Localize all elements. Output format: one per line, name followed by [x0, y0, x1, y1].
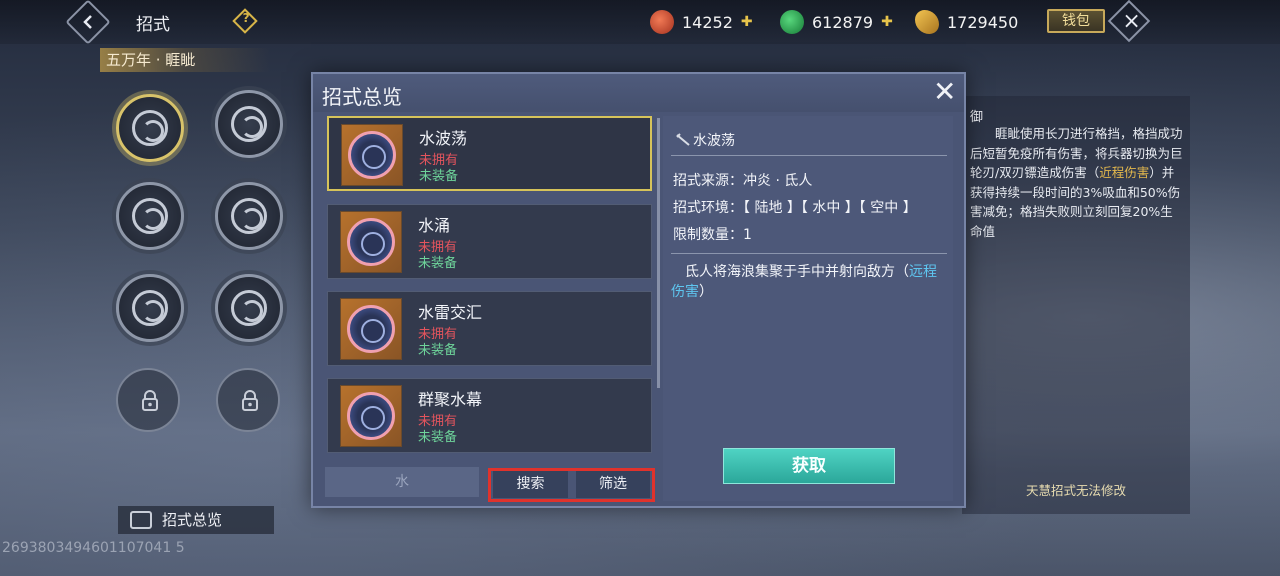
skill-list: 水波荡 未拥有 未装备 水涌 未拥有 未装备 水雷交汇 未拥有 未装备 群聚水幕…	[325, 116, 659, 456]
skill-slot[interactable]	[215, 90, 283, 158]
close-icon: ×	[1122, 9, 1141, 35]
skill-name: 水雷交汇	[418, 303, 483, 322]
skill-detail: 水波荡 招式来源：冲炎 · 氐人 招式环境：【 陆地 】【 水中 】【 空中 】…	[663, 116, 953, 501]
skill-slot[interactable]	[215, 182, 283, 250]
skill-card[interactable]: 水雷交汇 未拥有 未装备	[327, 291, 652, 366]
skill-equip-status: 未装备	[418, 343, 458, 358]
currency-value: 612879	[812, 12, 874, 32]
currency-value: 1729450	[947, 12, 1019, 32]
wallet-button[interactable]: 钱包	[1047, 9, 1105, 33]
currency-value: 14252	[682, 12, 733, 32]
chevron-left-icon	[83, 15, 92, 29]
panel-note: 天慧招式无法修改	[1025, 483, 1126, 498]
user-id: 2693803494601107041 5	[2, 540, 185, 556]
panel-description: 睚眦使用长刀进行格挡，格挡成功后短暂免疫所有伤害，将兵器切换为巨轮刃/双刃镖造成…	[970, 126, 1183, 239]
modal-title: 招式总览	[322, 85, 402, 109]
skill-environment: 招式环境：【 陆地 】【 水中 】【 空中 】	[673, 200, 917, 216]
currency-gold: 1729450	[915, 10, 1018, 34]
currency-red: 14252 ✚	[650, 10, 753, 34]
search-button[interactable]: 搜索	[493, 471, 568, 498]
skill-card[interactable]: 群聚水幕 未拥有 未装备	[327, 378, 652, 453]
close-button[interactable]: ×	[1107, 0, 1151, 43]
water-skill-icon	[341, 124, 403, 186]
book-icon	[130, 511, 152, 529]
divider	[671, 155, 947, 156]
swirl-icon	[231, 290, 267, 326]
skill-overview-button[interactable]: 招式总览	[118, 506, 274, 534]
gold-feather-icon	[915, 10, 939, 34]
page-title: 招式	[136, 15, 170, 35]
swirl-icon	[132, 198, 168, 234]
panel-title: 御	[970, 110, 984, 125]
add-currency-icon[interactable]: ✚	[741, 14, 753, 30]
skill-description-panel: 御 睚眦使用长刀进行格挡，格挡成功后短暂免疫所有伤害，将兵器切换为巨轮刃/双刃镖…	[962, 96, 1190, 514]
help-button[interactable]: ?	[232, 8, 258, 34]
skill-source: 招式来源：冲炎 · 氐人	[673, 173, 813, 189]
skill-overview-modal: 招式总览 ✕ 水波荡 未拥有 未装备 水涌 未拥有 未装备 水雷交汇 未拥有 未…	[311, 72, 966, 508]
red-gem-icon	[650, 10, 674, 34]
question-icon: ?	[242, 10, 250, 25]
sword-icon	[676, 133, 690, 146]
top-bar: 招式 ? 14252 ✚ 612879 ✚ 1729450 钱包 ×	[0, 0, 1280, 45]
skill-slot[interactable]	[215, 274, 283, 342]
locked-slot[interactable]	[216, 368, 280, 432]
currency-green: 612879 ✚	[780, 10, 893, 34]
swirl-icon	[231, 106, 267, 142]
skill-slot[interactable]	[116, 182, 184, 250]
close-icon: ✕	[933, 75, 957, 108]
locked-slot[interactable]	[116, 368, 180, 432]
skill-card[interactable]: 水涌 未拥有 未装备	[327, 204, 652, 279]
water-skill-icon	[340, 298, 402, 360]
acquire-button[interactable]: 获取	[723, 448, 895, 484]
skill-equip-status: 未装备	[419, 169, 459, 184]
swirl-icon	[132, 110, 168, 146]
skill-name: 群聚水幕	[418, 390, 483, 409]
divider	[671, 253, 947, 254]
realm-label: 五万年 · 睚眦	[100, 48, 270, 72]
water-skill-icon	[340, 211, 402, 273]
swirl-icon	[132, 290, 168, 326]
skill-name: 水涌	[418, 216, 451, 235]
add-currency-icon[interactable]: ✚	[881, 14, 893, 30]
lock-icon	[242, 390, 258, 411]
skill-slot[interactable]	[116, 274, 184, 342]
skill-equip-status: 未装备	[418, 256, 458, 271]
skill-card[interactable]: 水波荡 未拥有 未装备	[327, 116, 652, 191]
skill-slot[interactable]	[116, 94, 184, 162]
modal-header: 招式总览 ✕	[313, 74, 964, 112]
skill-limit: 限制数量：1	[673, 227, 752, 243]
skill-name: 水波荡	[419, 129, 468, 148]
element-filter-input[interactable]: 水	[325, 467, 479, 497]
detail-skill-name: 水波荡	[673, 130, 735, 150]
back-button[interactable]	[65, 0, 111, 45]
skill-description: 氐人将海浪集聚于手中并射向敌方（远程伤害）	[671, 264, 937, 300]
modal-close-button[interactable]: ✕	[933, 78, 956, 106]
overview-label: 招式总览	[162, 511, 223, 529]
filter-button[interactable]: 筛选	[576, 471, 650, 498]
jade-coin-icon	[780, 10, 804, 34]
swirl-icon	[231, 198, 267, 234]
list-scrollbar[interactable]	[657, 118, 660, 388]
lock-icon	[142, 390, 158, 411]
skill-equip-status: 未装备	[418, 430, 458, 445]
melee-damage-tag: 近程伤害	[1099, 165, 1150, 180]
water-skill-icon	[340, 385, 402, 447]
